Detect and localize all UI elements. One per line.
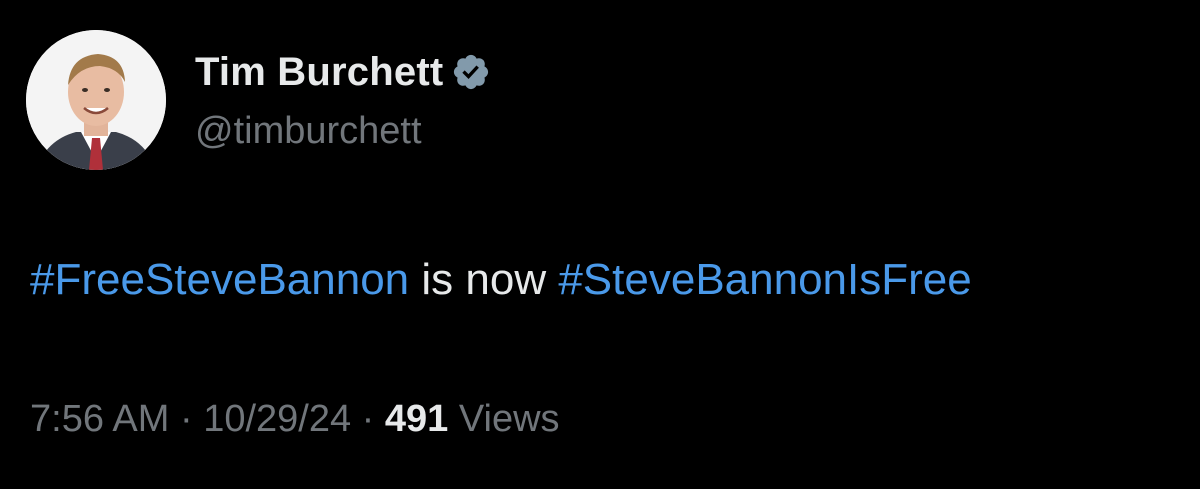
tweet-date[interactable]: 10/29/24: [203, 398, 351, 440]
verified-badge-icon[interactable]: [451, 52, 491, 92]
tweet-time[interactable]: 7:56 AM: [30, 398, 169, 440]
views-count[interactable]: 491: [385, 398, 448, 440]
hashtag-link-free-steve-bannon[interactable]: #FreeSteveBannon: [30, 255, 409, 304]
meta-separator: ·: [169, 398, 204, 440]
avatar[interactable]: [26, 30, 166, 170]
tweet-text: #FreeSteveBannon is now #SteveBannonIsFr…: [30, 255, 972, 305]
author-handle[interactable]: @timburchett: [195, 110, 422, 153]
display-name[interactable]: Tim Burchett: [195, 50, 443, 95]
tweet-card: Tim Burchett @timburchett #FreeSteveBann…: [0, 0, 1200, 489]
hashtag-link-steve-bannon-is-free[interactable]: #SteveBannonIsFree: [558, 255, 971, 304]
meta-separator: ·: [351, 398, 385, 440]
tweet-meta: 7:56 AM · 10/29/24 · 491 Views: [30, 398, 560, 441]
tweet-text-middle: is now: [409, 255, 559, 304]
views-label: Views: [448, 398, 560, 440]
profile-photo-icon: [26, 30, 166, 170]
author-name-row: Tim Burchett: [195, 44, 491, 100]
